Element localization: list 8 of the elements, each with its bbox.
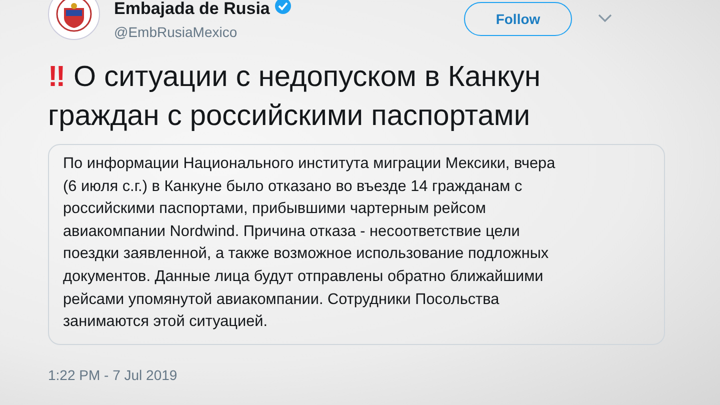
quoted-text: По информации Национального института миграции Мексики, вчера (6 июля с.г.) в Канкуне было отказано во въезде 14 гражданам с российскими паспортами, прибывшими чартерным рейсом авиакомпании Nordwind. Причина отказа - несоответствие цели поездки заявленной, а также возможное использование подложных документов. Данные лица будут отправлены обратно ближайшими рейсами упомянутой авиакомпании. Сотрудники Посольства занимаются этой ситуацией. xyxy=(48,144,665,345)
account-handle[interactable]: @EmbRusiaMexico xyxy=(114,24,292,40)
tweet-heading: ‼ О ситуации с недопуском в Канкун граждан с российскими паспортами xyxy=(48,60,542,134)
account-name[interactable]: Embajada de Rusia xyxy=(114,0,270,18)
avatar-icon xyxy=(48,0,100,40)
follow-button[interactable]: Follow xyxy=(464,2,572,36)
chevron-down-icon[interactable] xyxy=(598,14,612,23)
timestamp[interactable]: 1:22 PM - 7 Jul 2019 xyxy=(48,366,178,383)
